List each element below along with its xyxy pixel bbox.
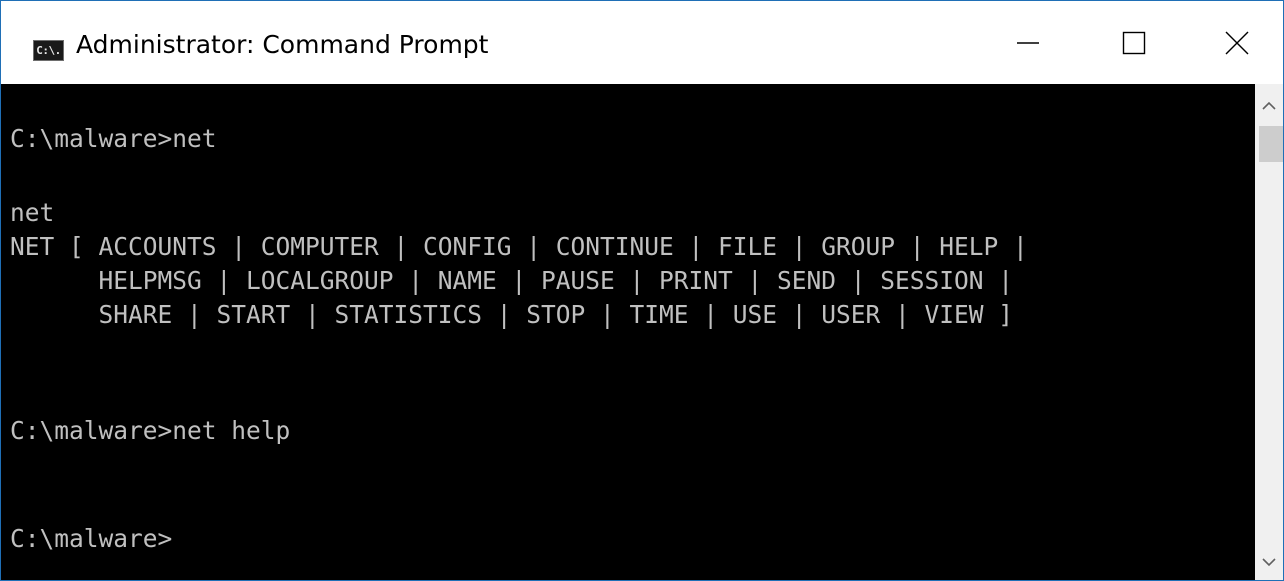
console-line-net-echo: net — [10, 198, 55, 227]
chevron-down-icon — [1262, 558, 1276, 567]
scroll-up-button[interactable] — [1255, 92, 1283, 120]
console-line-prompt-net: C:\malware>net — [10, 124, 217, 153]
maximize-button[interactable] — [1088, 1, 1180, 84]
minimize-button[interactable] — [982, 1, 1074, 84]
close-button[interactable] — [1191, 1, 1283, 84]
scroll-down-button[interactable] — [1255, 548, 1283, 576]
title-bar[interactable]: C:\. Administrator: Command Prompt — [1, 1, 1283, 84]
vertical-scrollbar[interactable] — [1255, 84, 1283, 580]
chevron-up-icon — [1262, 101, 1276, 110]
close-icon — [1225, 31, 1249, 54]
console-line-net-usage-1: NET [ ACCOUNTS | COMPUTER | CONFIG | CON… — [10, 232, 1028, 261]
console-output[interactable]: C:\malware>net net NET [ ACCOUNTS | COMP… — [1, 84, 1255, 580]
command-prompt-window: C:\. Administrator: Command Prompt C:\ma… — [0, 0, 1284, 581]
minimize-icon — [1017, 41, 1039, 44]
console-line-net-usage-2: HELPMSG | LOCALGROUP | NAME | PAUSE | PR… — [10, 266, 1014, 295]
window-title: Administrator: Command Prompt — [76, 30, 489, 59]
console-line-prompt-net-help: C:\malware>net help — [10, 416, 291, 445]
console-line-prompt-current: C:\malware> — [10, 524, 173, 553]
command-prompt-icon[interactable]: C:\. — [33, 40, 64, 61]
scrollbar-thumb[interactable] — [1259, 126, 1283, 162]
maximize-icon — [1122, 31, 1146, 54]
console-line-net-usage-3: SHARE | START | STATISTICS | STOP | TIME… — [10, 300, 1014, 329]
